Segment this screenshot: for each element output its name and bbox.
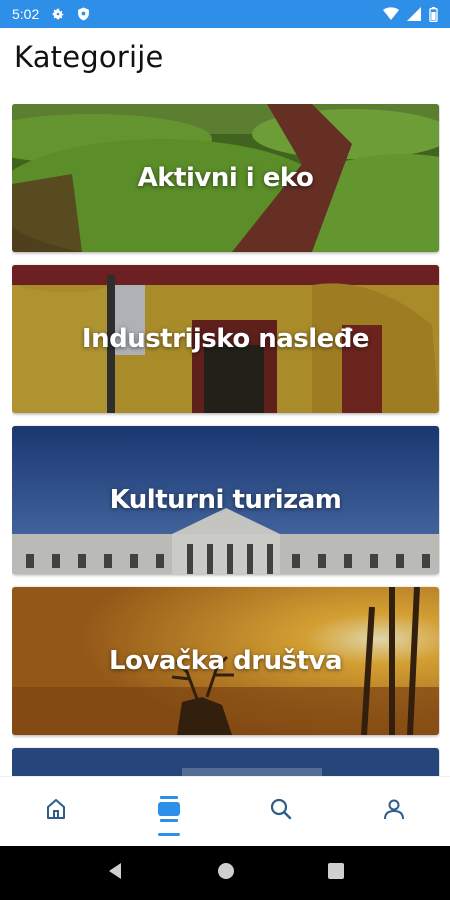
category-label: Lovačka društva [108, 646, 343, 676]
recents-button[interactable] [327, 862, 345, 885]
nav-profile[interactable] [364, 782, 424, 842]
active-indicator [157, 832, 180, 836]
category-card-aktivni-i-eko[interactable]: Aktivni i eko [12, 104, 439, 252]
category-label: Industrijsko nasleđe [81, 324, 370, 354]
nav-categories[interactable] [139, 782, 199, 842]
nav-home[interactable] [26, 782, 86, 842]
shield-icon [77, 7, 90, 21]
category-list[interactable]: Aktivni i eko Industrijsko nasleđe Kultu… [12, 104, 440, 776]
status-time: 5:02 [12, 6, 40, 22]
back-button[interactable] [105, 861, 125, 886]
category-card-lovacka-drustva[interactable]: Lovačka društva [12, 587, 439, 735]
category-card-partial[interactable] [12, 748, 439, 776]
gear-icon [51, 7, 65, 21]
bottom-navigation [0, 776, 450, 846]
category-card-industrijsko-nasledje[interactable]: Industrijsko nasleđe [12, 265, 439, 413]
page-title: Kategorije [14, 40, 164, 74]
category-label: Kulturni turizam [109, 485, 342, 515]
status-bar: 5:02 [0, 0, 450, 28]
wifi-icon [383, 7, 399, 21]
android-navigation-bar [0, 846, 450, 900]
home-button[interactable] [216, 861, 236, 886]
home-icon [44, 797, 68, 826]
battery-icon [429, 6, 438, 22]
profile-icon [382, 797, 406, 826]
signal-icon [407, 7, 421, 21]
category-label: Aktivni i eko [137, 163, 314, 193]
nav-search[interactable] [251, 782, 311, 842]
category-image [12, 748, 439, 776]
search-icon [269, 797, 293, 826]
category-card-kulturni-turizam[interactable]: Kulturni turizam [12, 426, 439, 574]
list-icon [157, 796, 180, 827]
